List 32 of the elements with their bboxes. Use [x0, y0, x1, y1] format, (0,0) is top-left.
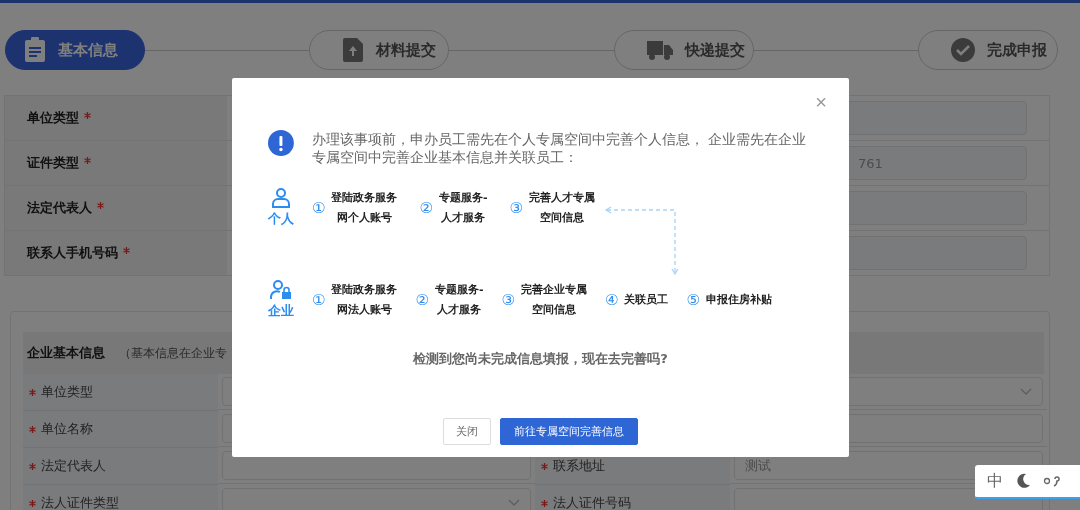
step-number: ② [419, 199, 433, 217]
field-label: 联系人手机号码 [27, 244, 118, 262]
step-number: ③ [501, 291, 515, 309]
actor-label: 个人 [268, 210, 294, 228]
dialog-message: 办理该事项前，申办员工需先在个人专属空间中完善个人信息， 企业需先在企业专属空间中完善企业基本信息并关联员工： [311, 130, 808, 166]
field-label: 法人证件号码 [553, 494, 631, 510]
field-label: 法人证件类型 [41, 494, 119, 510]
dialog-question: 检测到您尚未完成信息填报，现在去完善吗? [411, 350, 669, 368]
step-number: ③ [509, 199, 523, 217]
step-text: 申报住房补贴 [705, 292, 772, 308]
step-number: ⑤ [686, 291, 700, 309]
step-number: ④ [604, 291, 619, 309]
step-text: 完善人才专属 空间信息 [528, 190, 595, 226]
step-number: ① [312, 291, 326, 309]
field-label: 单位类型 [41, 383, 93, 401]
step-number: ① [312, 199, 326, 217]
actor-label: 企业 [268, 302, 294, 320]
section-title: 企业基本信息 [27, 344, 105, 362]
step-text: 关联员工 [624, 292, 669, 308]
step-text: 完善企业专属 空间信息 [520, 282, 587, 318]
field-label: 单位类型 [27, 109, 79, 127]
step-text: 专题服务- 人才服务 [438, 190, 488, 226]
field-label: 法定代表人 [27, 199, 92, 217]
step-text: 登陆政务服务 网个人账号 [331, 190, 398, 226]
field-label: 联系地址 [553, 457, 605, 475]
section-note: （基本信息在企业专 [119, 344, 227, 362]
field-label: 单位名称 [41, 420, 93, 438]
step-text: 登陆政务服务 网法人账号 [331, 282, 398, 318]
field-label: 证件类型 [27, 154, 79, 172]
step-text: 专题服务- 人才服务 [434, 282, 484, 318]
field-label: 法定代表人 [41, 457, 106, 475]
step-number: ② [415, 291, 429, 309]
